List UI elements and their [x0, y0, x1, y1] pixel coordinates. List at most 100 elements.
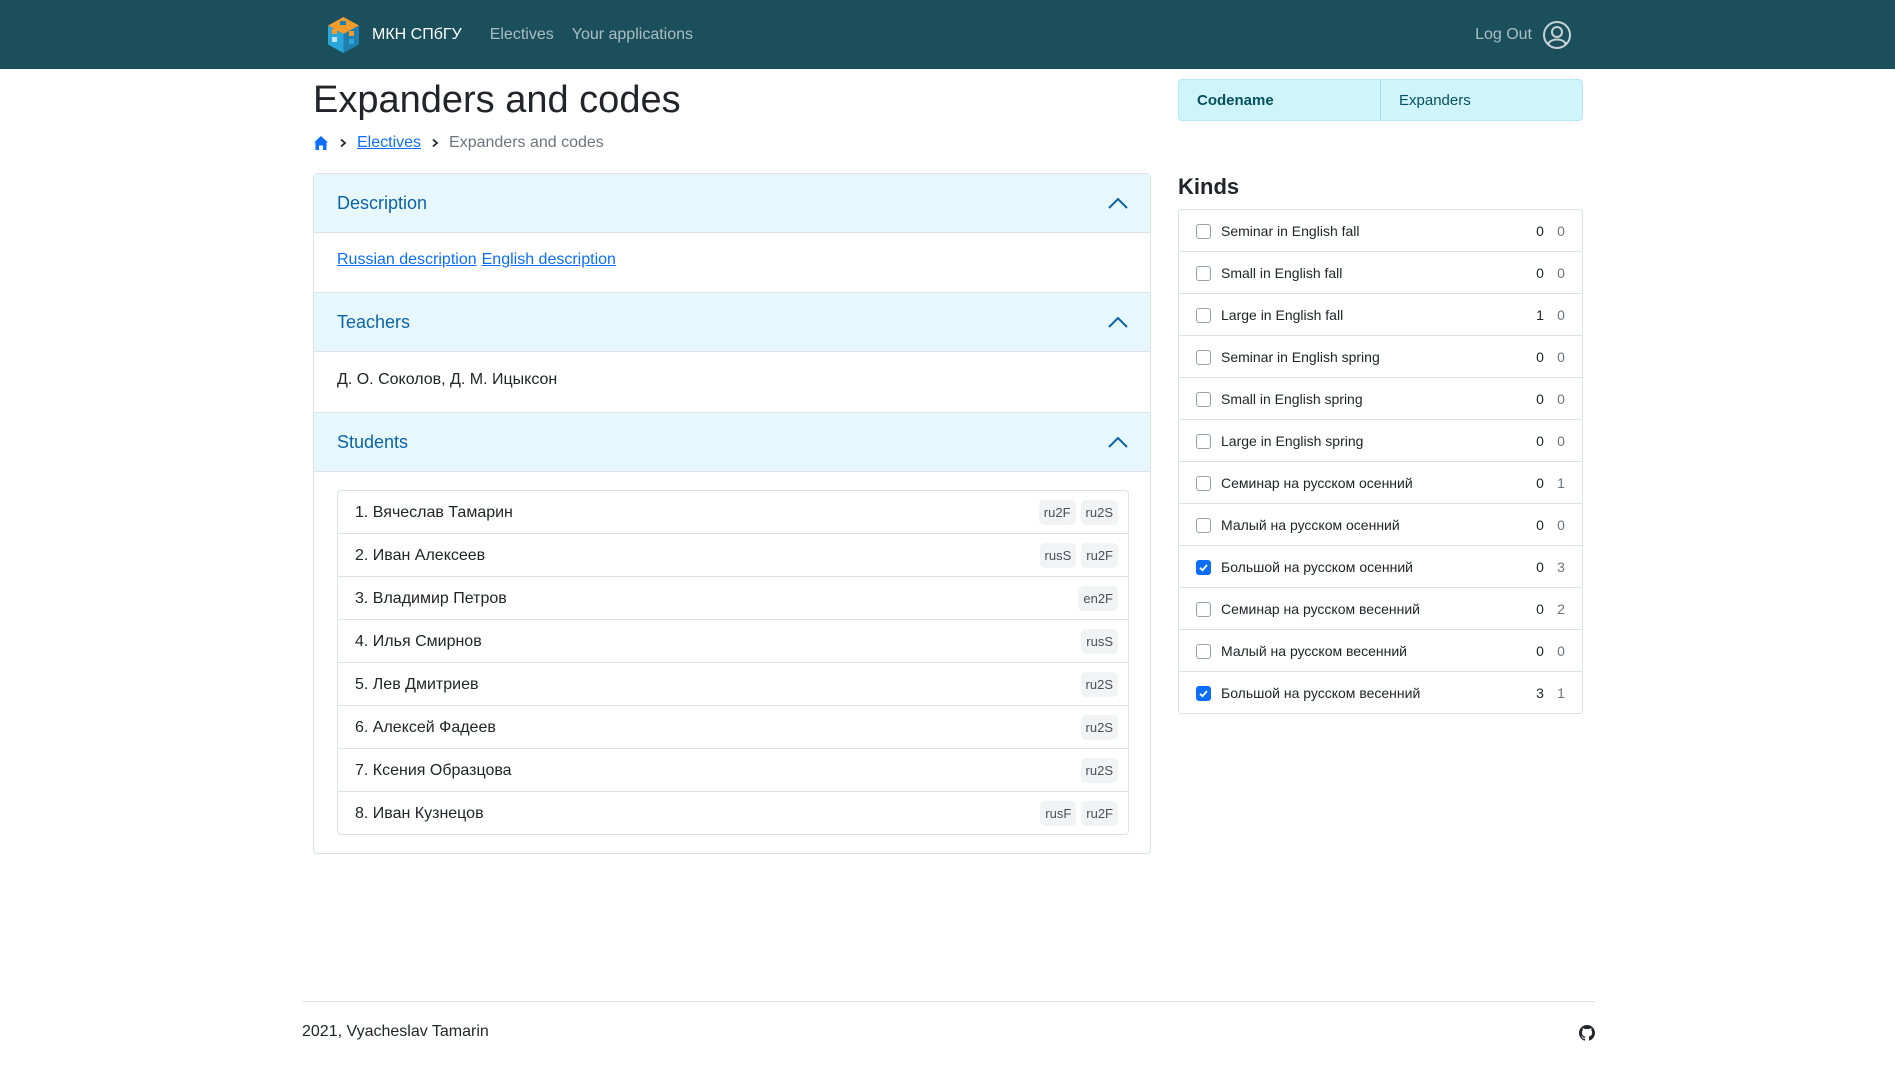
kind-checkbox[interactable]	[1196, 224, 1211, 239]
student-name: 2. Иван Алексеев	[355, 547, 486, 564]
tab-expanders[interactable]: Expanders	[1380, 80, 1582, 120]
chevron-up-icon	[1108, 316, 1128, 328]
student-name: 4. Илья Смирнов	[355, 633, 482, 650]
user-circle-icon[interactable]	[1542, 20, 1572, 50]
kind-count-primary: 0	[1536, 601, 1544, 617]
nav-link-electives[interactable]: Electives	[490, 26, 554, 44]
code-badge: ru2F	[1081, 801, 1118, 826]
badge-group: rusS	[1081, 629, 1118, 654]
kind-label: Large in English fall	[1221, 307, 1344, 323]
russian-description-link[interactable]: Russian description	[337, 251, 477, 268]
kind-checkbox[interactable]	[1196, 392, 1211, 407]
page-title: Expanders and codes	[313, 79, 681, 121]
list-item: 3. Владимир Петров en2F	[338, 577, 1128, 620]
cube-logo-icon	[328, 16, 359, 53]
kind-checkbox[interactable]	[1196, 602, 1211, 617]
kinds-list: Seminar in English fall 0 0 Small in Englis…	[1178, 209, 1583, 714]
kind-checkbox[interactable]	[1196, 434, 1211, 449]
chevron-up-icon	[1108, 436, 1128, 448]
kind-count-secondary: 0	[1557, 307, 1565, 323]
kind-item[interactable]: Большой на русском осенний 0 3	[1179, 546, 1582, 588]
kind-count-primary: 0	[1536, 433, 1544, 449]
tab-codename[interactable]: Codename	[1179, 80, 1380, 120]
chevron-up-icon	[1108, 197, 1128, 209]
kind-label: Малый на русском весенний	[1221, 643, 1407, 659]
list-item: 1. Вячеслав Тамарин ru2F ru2S	[338, 491, 1128, 534]
accordion-header-students[interactable]: Students	[314, 413, 1150, 472]
logout-link[interactable]: Log Out	[1475, 26, 1532, 44]
kind-checkbox[interactable]	[1196, 266, 1211, 281]
brand-name: МКН СПбГУ	[372, 25, 462, 43]
kind-item[interactable]: Большой на русском весенний 3 1	[1179, 672, 1582, 714]
kind-count-primary: 0	[1536, 391, 1544, 407]
code-badge: rusF	[1040, 801, 1077, 826]
student-name: 7. Ксения Образцова	[355, 762, 512, 779]
kind-item[interactable]: Малый на русском весенний 0 0	[1179, 630, 1582, 672]
teachers-list: Д. О. Соколов, Д. М. Ицыксон	[337, 371, 558, 388]
student-name: 3. Владимир Петров	[355, 590, 507, 607]
student-list: 1. Вячеслав Тамарин ru2F ru2S 2. Иван Ал…	[337, 490, 1129, 835]
badge-group: ru2S	[1080, 715, 1118, 740]
kind-count-primary: 0	[1536, 223, 1544, 239]
code-badge: ru2S	[1080, 715, 1118, 740]
kind-item[interactable]: Large in English fall 1 0	[1179, 294, 1582, 336]
kind-item[interactable]: Small in English spring 0 0	[1179, 378, 1582, 420]
code-badge: ru2S	[1080, 672, 1118, 697]
footer-copyright: 2021, Vyacheslav Tamarin	[302, 1023, 489, 1040]
kind-label: Малый на русском осенний	[1221, 517, 1400, 533]
breadcrumb-electives-link[interactable]: Electives	[357, 134, 421, 152]
accordion-header-description[interactable]: Description	[314, 174, 1150, 233]
kind-label: Small in English fall	[1221, 265, 1343, 281]
list-item: 4. Илья Смирнов rusS	[338, 620, 1128, 663]
kind-count-secondary: 1	[1557, 475, 1565, 491]
code-badge: ru2F	[1038, 500, 1076, 525]
kind-item[interactable]: Large in English spring 0 0	[1179, 420, 1582, 462]
kind-count-secondary: 0	[1557, 265, 1565, 281]
kind-label: Seminar in English spring	[1221, 349, 1380, 365]
kind-checkbox[interactable]	[1196, 686, 1211, 701]
course-accordion: Description Russian description English d…	[313, 173, 1151, 854]
kind-item[interactable]: Семинар на русском весенний 0 2	[1179, 588, 1582, 630]
kind-checkbox[interactable]	[1196, 476, 1211, 491]
badge-group: rusF ru2F	[1040, 801, 1118, 826]
kind-label: Семинар на русском осенний	[1221, 475, 1413, 491]
badge-group: en2F	[1078, 586, 1118, 611]
kind-item[interactable]: Seminar in English spring 0 0	[1179, 336, 1582, 378]
student-name: 5. Лев Дмитриев	[355, 676, 479, 693]
kind-label: Small in English spring	[1221, 391, 1363, 407]
english-description-link[interactable]: English description	[482, 251, 616, 268]
kind-checkbox[interactable]	[1196, 518, 1211, 533]
code-badge: ru2S	[1080, 500, 1118, 525]
code-badge: rusS	[1039, 543, 1077, 568]
kind-count-secondary: 0	[1557, 349, 1565, 365]
top-navbar: МКН СПбГУ Electives Your applications Lo…	[0, 0, 1895, 69]
student-name: 6. Алексей Фадеев	[355, 719, 496, 736]
badge-group: ru2S	[1080, 758, 1118, 783]
kind-item[interactable]: Seminar in English fall 0 0	[1179, 210, 1582, 252]
kind-item[interactable]: Small in English fall 0 0	[1179, 252, 1582, 294]
home-icon[interactable]	[313, 135, 329, 151]
brand-link[interactable]: МКН СПбГУ	[326, 16, 490, 54]
kind-label: Large in English spring	[1221, 433, 1364, 449]
accordion-header-teachers[interactable]: Teachers	[314, 293, 1150, 352]
kind-checkbox[interactable]	[1196, 560, 1211, 575]
code-badge: rusS	[1081, 629, 1118, 654]
kind-item[interactable]: Семинар на русском осенний 0 1	[1179, 462, 1582, 504]
badge-group: rusS ru2F	[1039, 543, 1118, 568]
nav-link-your-applications[interactable]: Your applications	[572, 26, 693, 44]
kind-label: Семинар на русском весенний	[1221, 601, 1420, 617]
kind-count-secondary: 0	[1557, 643, 1565, 659]
chevron-right-icon	[432, 138, 439, 148]
kind-checkbox[interactable]	[1196, 308, 1211, 323]
github-icon[interactable]	[1579, 1025, 1595, 1041]
kind-item[interactable]: Малый на русском осенний 0 0	[1179, 504, 1582, 546]
navbar-inner: МКН СПбГУ Electives Your applications Lo…	[326, 0, 1572, 69]
kind-checkbox[interactable]	[1196, 350, 1211, 365]
accordion-body-students: 1. Вячеслав Тамарин ru2F ru2S 2. Иван Ал…	[314, 472, 1150, 853]
kind-checkbox[interactable]	[1196, 644, 1211, 659]
kinds-heading: Kinds	[1178, 174, 1240, 199]
student-name: 1. Вячеслав Тамарин	[355, 504, 513, 521]
list-item: 6. Алексей Фадеев ru2S	[338, 706, 1128, 749]
description-links: Russian description English description	[337, 251, 621, 269]
list-item: 2. Иван Алексеев rusS ru2F	[338, 534, 1128, 577]
